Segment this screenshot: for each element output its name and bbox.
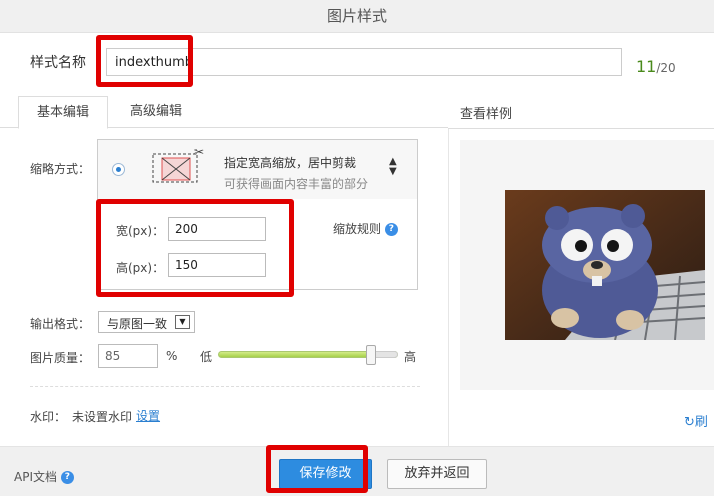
output-format-select[interactable]: 与原图一致 ▼ — [98, 311, 195, 333]
quality-high-label: 高 — [404, 350, 417, 364]
cancel-button[interactable]: 放弃并返回 — [387, 459, 487, 489]
quality-unit: % — [166, 349, 178, 363]
refresh-control[interactable]: ↻刷 — [684, 411, 708, 430]
count-value: 11 — [636, 57, 657, 76]
help-icon[interactable]: ? — [60, 471, 74, 484]
section-divider — [30, 386, 420, 387]
scale-rule-label: 缩放规则 — [333, 222, 382, 236]
quality-input[interactable]: 85 — [98, 344, 158, 368]
name-char-count: 11/20 — [636, 57, 676, 76]
highlight-box — [96, 35, 193, 87]
preview-image — [505, 190, 705, 340]
count-max: /20 — [656, 61, 676, 75]
output-format-label: 输出格式： — [30, 317, 91, 331]
output-format-value: 与原图一致 — [107, 317, 168, 331]
mode-description: 可获得画面内容丰富的部分 — [224, 177, 369, 191]
watermark-settings-link[interactable]: 设置 — [136, 407, 160, 424]
scale-rule[interactable]: 缩放规则 ? — [333, 220, 398, 237]
refresh-icon: ↻ — [684, 415, 695, 430]
watermark-status: 未设置水印 — [72, 410, 133, 424]
preview-header-line — [448, 128, 714, 129]
preview-header: 查看样例 — [460, 107, 513, 122]
tab-advanced-edit[interactable]: 高级编辑 — [112, 96, 200, 129]
api-doc-label: API文档 — [14, 470, 57, 484]
refresh-label: 刷 — [694, 415, 708, 430]
watermark-label: 水印： — [30, 410, 67, 424]
sort-arrows-icon[interactable]: ▲ ▼ — [389, 157, 397, 177]
help-icon[interactable]: ? — [384, 223, 398, 236]
quality-slider-rest — [374, 351, 398, 358]
quality-label: 图片质量： — [30, 351, 91, 365]
quality-slider-handle[interactable] — [366, 345, 376, 365]
dialog-title: 图片样式 — [0, 0, 714, 33]
thumbnail-mode-label: 缩略方式： — [30, 162, 91, 176]
gopher-photo — [505, 190, 705, 340]
quality-low-label: 低 — [200, 350, 213, 364]
mode-radio[interactable] — [112, 163, 125, 176]
dropdown-arrow-icon: ▼ — [175, 315, 190, 329]
api-doc-link[interactable]: API文档 ? — [14, 468, 74, 485]
crop-scale-icon: ✂ — [152, 145, 204, 183]
mode-title: 指定宽高缩放，居中剪裁 — [224, 156, 357, 170]
scissors-icon: ✂ — [194, 145, 204, 159]
highlight-box — [266, 445, 368, 493]
highlight-box — [96, 199, 294, 297]
style-name-label: 样式名称 — [30, 55, 86, 71]
tab-basic-edit[interactable]: 基本编辑 — [18, 96, 109, 129]
panel-divider — [448, 128, 449, 446]
